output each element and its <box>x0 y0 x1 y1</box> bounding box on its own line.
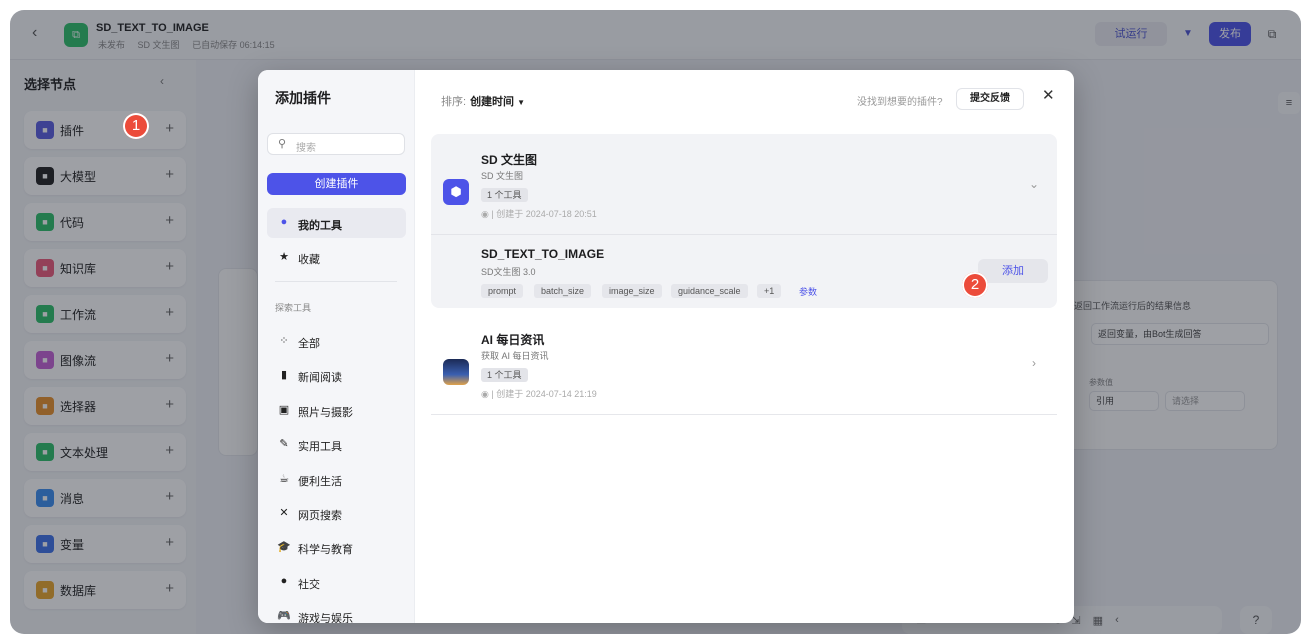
tool-name: SD_TEXT_TO_IMAGE <box>481 247 605 261</box>
star-icon: ★ <box>279 251 289 263</box>
plugin-desc: SD 文生图 <box>481 171 524 181</box>
category-label: 照片与摄影 <box>298 406 353 419</box>
category-label: 游戏与娱乐 <box>298 613 353 623</box>
chevron-right-icon[interactable]: › <box>1032 356 1036 370</box>
add-plugin-modal: 添加插件 ⚲ 搜索 创建插件 ● 我的工具 ★ 收藏 探索工具 ⁘ 全部 ▮ 新闻阅读… <box>258 70 1074 623</box>
created-date: 创建于 2024-07-18 20:51 <box>496 209 597 219</box>
category-item[interactable]: ✎ 实用工具 <box>267 429 406 459</box>
category-label: 实用工具 <box>298 441 342 454</box>
category-label: 新闻阅读 <box>298 372 342 385</box>
sidebar-divider <box>275 281 397 282</box>
caret-down-icon: ▼ <box>517 98 526 107</box>
sort-label: 排序: <box>441 96 467 108</box>
photo-icon: ▣ <box>278 403 290 416</box>
param-tag: batch_size <box>534 284 592 298</box>
tool-divider <box>431 234 1057 235</box>
tool-icon: ✎ <box>279 438 289 451</box>
news-thumbnail-icon <box>443 359 469 385</box>
step-badge-2: 2 <box>962 272 988 298</box>
create-plugin-button[interactable]: 创建插件 <box>267 173 406 195</box>
app-window: ‹ ⧉ SD_TEXT_TO_IMAGE 未发布 SD 文生图 已自动保存 06… <box>10 10 1301 634</box>
education-icon: 🎓 <box>277 541 291 554</box>
modal-main: 排序: 创建时间 ▼ 没找到想要的插件? 提交反馈 ✕ ⬢ SD 文生图 SD 文… <box>415 70 1074 623</box>
chat-icon: ● <box>280 574 288 587</box>
author-avatar: ◉ <box>481 389 489 399</box>
add-tool-button[interactable]: 添加 <box>978 259 1048 283</box>
plugin-cube-icon: ⬢ <box>443 179 469 205</box>
web-icon: ✕ <box>279 507 289 519</box>
sort-control[interactable]: 排序: 创建时间 ▼ <box>441 93 525 109</box>
category-item[interactable]: 🎓 科学与教育 <box>267 532 406 562</box>
search-placeholder: 搜索 <box>296 143 316 154</box>
category-item[interactable]: 🎮 游戏与娱乐 <box>267 601 406 623</box>
param-tag: guidance_scale <box>671 284 748 298</box>
category-item[interactable]: ▮ 新闻阅读 <box>267 360 406 390</box>
params-link[interactable]: 参数 <box>799 285 817 298</box>
category-item[interactable]: ✕ 网页搜索 <box>267 498 406 528</box>
author-avatar: ◉ <box>481 209 489 219</box>
close-icon[interactable]: ✕ <box>1042 86 1055 104</box>
grid-icon: ⁘ <box>279 335 289 347</box>
category-item[interactable]: ⁘ 全部 <box>267 326 406 356</box>
sidebar-item-label: 我的工具 <box>298 220 342 232</box>
sort-value[interactable]: 创建时间 <box>470 96 514 108</box>
tool-count-badge: 1 个工具 <box>481 368 528 382</box>
sidebar-item-label: 收藏 <box>298 254 320 266</box>
search-icon: ⚲ <box>278 138 287 150</box>
created-date: 创建于 2024-07-14 21:19 <box>496 389 597 399</box>
cup-icon: ☕ <box>279 472 289 485</box>
list-divider <box>431 414 1057 415</box>
category-label: 社交 <box>298 578 320 591</box>
chevron-down-icon[interactable]: ⌄ <box>1029 177 1039 191</box>
not-found-text: 没找到想要的插件? <box>857 97 943 108</box>
gamepad-icon: 🎮 <box>277 610 291 623</box>
sidebar-item-my-tools[interactable]: ● 我的工具 <box>267 208 406 238</box>
modal-title: 添加插件 <box>275 90 331 106</box>
tool-desc: SD文生图 3.0 <box>481 267 536 277</box>
step-badge-1: 1 <box>123 113 149 139</box>
plugin-created: ◉ | 创建于 2024-07-14 21:19 <box>481 389 597 399</box>
tool-count-badge: 1 个工具 <box>481 188 528 202</box>
category-label: 网页搜索 <box>298 510 342 522</box>
plugin-desc: 获取 AI 每日资讯 <box>481 351 549 361</box>
param-tag: prompt <box>481 284 524 298</box>
modal-sidebar: 添加插件 ⚲ 搜索 创建插件 ● 我的工具 ★ 收藏 探索工具 ⁘ 全部 ▮ 新闻阅读… <box>258 70 415 623</box>
plugin-name: SD 文生图 <box>481 153 538 167</box>
news-icon: ▮ <box>280 369 288 382</box>
param-tag: image_size <box>602 284 662 298</box>
search-input[interactable]: ⚲ 搜索 <box>267 133 405 155</box>
plugin-created: ◉ | 创建于 2024-07-18 20:51 <box>481 209 597 219</box>
param-tag: +1 <box>757 284 782 298</box>
plugin-name: AI 每日资讯 <box>481 333 545 347</box>
category-item[interactable]: ▣ 照片与摄影 <box>267 395 406 425</box>
category-item[interactable]: ● 社交 <box>267 567 406 597</box>
category-label: 全部 <box>298 338 320 350</box>
category-label: 便利生活 <box>298 475 342 488</box>
sidebar-item-favorites[interactable]: ★ 收藏 <box>267 242 406 272</box>
category-item[interactable]: ☕ 便利生活 <box>267 464 406 494</box>
feedback-button[interactable]: 提交反馈 <box>956 88 1024 110</box>
explore-section-label: 探索工具 <box>275 303 312 313</box>
user-icon: ● <box>280 216 288 228</box>
category-label: 科学与教育 <box>298 544 353 557</box>
